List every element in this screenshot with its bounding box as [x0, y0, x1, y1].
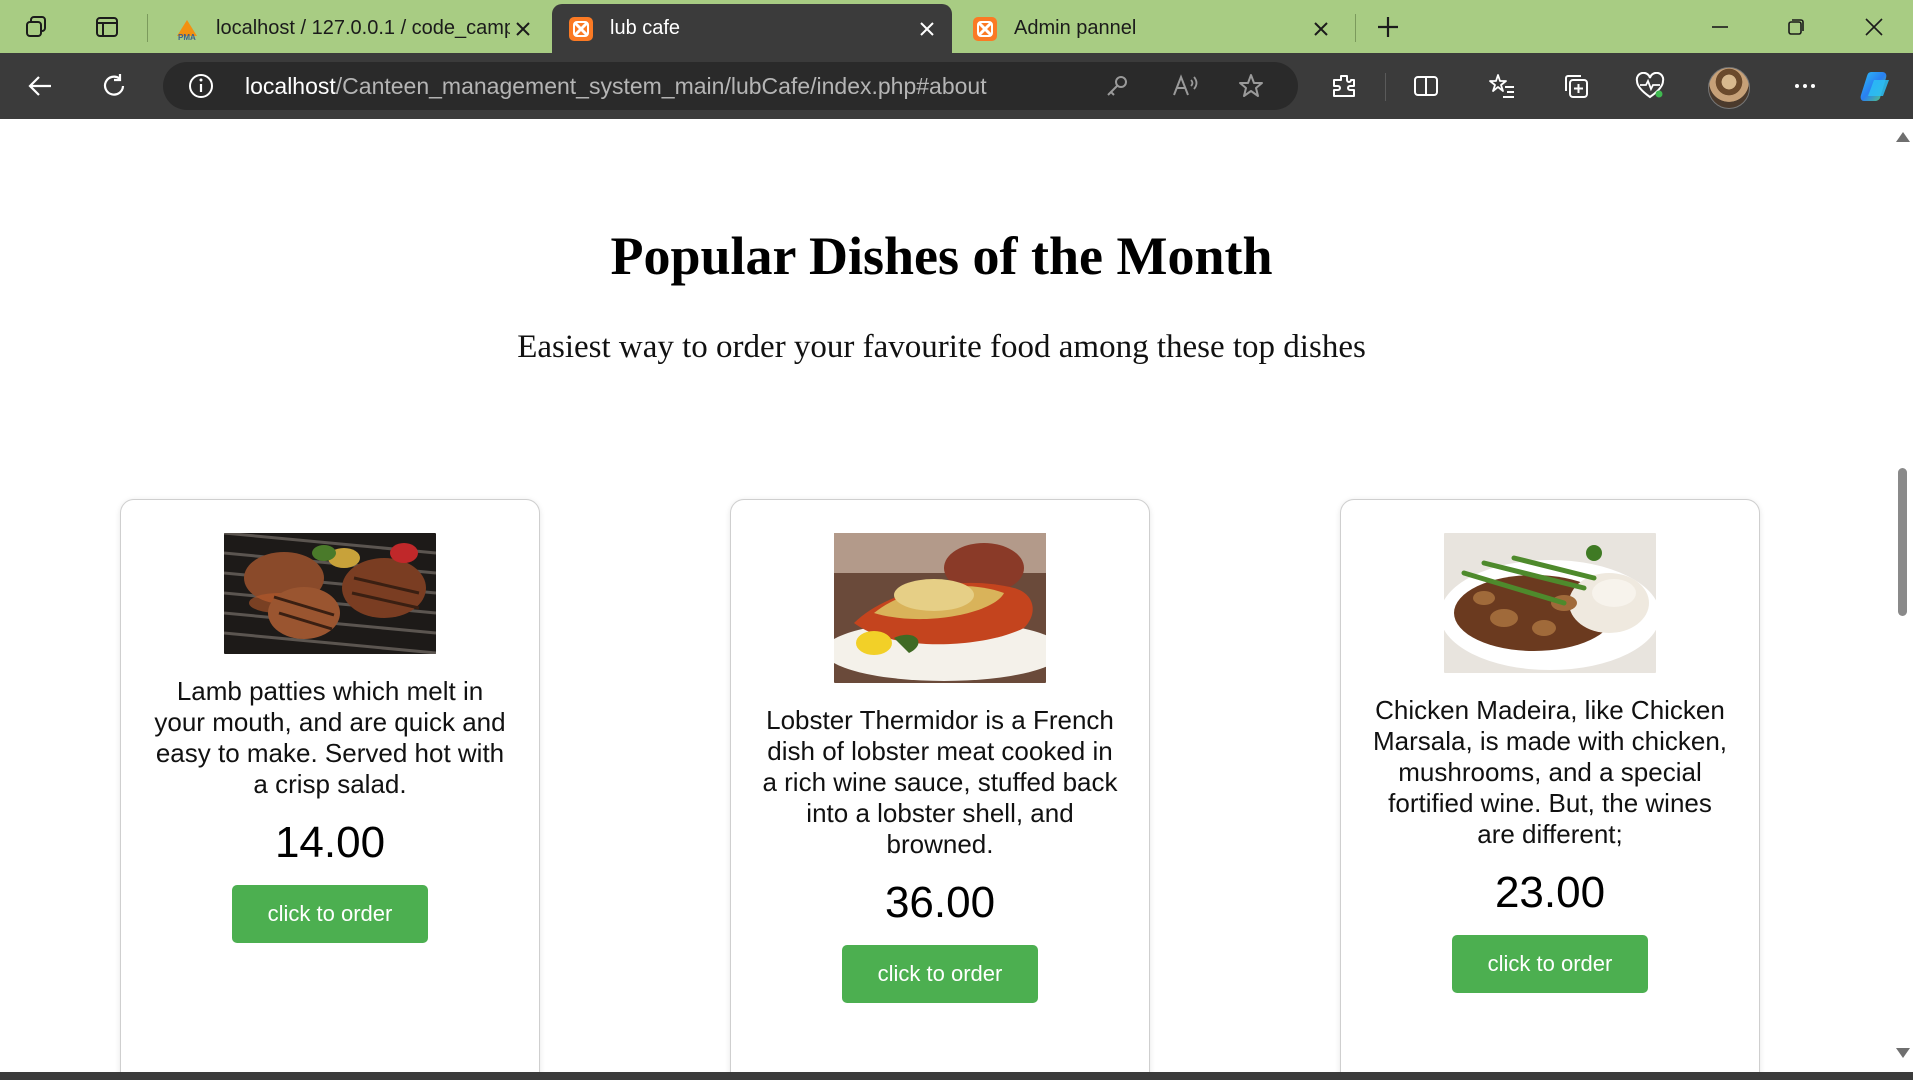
split-screen-icon[interactable]: [1404, 64, 1448, 108]
tab-admin-pannel[interactable]: Admin pannel: [956, 4, 1346, 53]
toolbar-divider: [1385, 73, 1386, 101]
dish-image-lobster-thermidor: [834, 533, 1046, 683]
dish-price: 23.00: [1494, 868, 1606, 917]
page-subtitle: Easiest way to order your favourite food…: [517, 329, 1366, 365]
url-text[interactable]: localhost/Canteen_management_system_main…: [245, 62, 987, 110]
minimize-icon[interactable]: [1690, 6, 1750, 48]
order-button[interactable]: click to order: [842, 945, 1038, 1003]
tab-label: localhost / 127.0.0.1 / code_camp: [216, 17, 510, 39]
dish-card: Lobster Thermidor is a French dish of lo…: [730, 499, 1150, 1072]
copilot-icon[interactable]: [1853, 64, 1897, 108]
tab-label: Admin pannel: [1014, 17, 1137, 39]
url-host: localhost: [245, 73, 336, 99]
workspaces-icon[interactable]: [17, 8, 55, 46]
tab-phpmyadmin[interactable]: PMA localhost / 127.0.0.1 / code_camp: [158, 4, 548, 53]
page-title: Popular Dishes of the Month: [610, 226, 1273, 286]
extensions-icon[interactable]: [1322, 64, 1366, 108]
order-button[interactable]: click to order: [1452, 935, 1648, 993]
tab-lub-cafe[interactable]: lub cafe: [552, 4, 952, 53]
scrollbar-thumb[interactable]: [1898, 468, 1907, 616]
back-icon[interactable]: [18, 64, 62, 108]
close-tab-icon[interactable]: [510, 16, 536, 42]
close-tab-icon[interactable]: [914, 16, 940, 42]
new-tab-icon[interactable]: [1369, 8, 1407, 46]
window-bottom-edge: [0, 1072, 1913, 1080]
tab-strip: PMA localhost / 127.0.0.1 / code_camp lu…: [0, 0, 1913, 53]
site-info-icon[interactable]: [187, 72, 215, 105]
dish-description: Chicken Madeira, like Chicken Marsala, i…: [1372, 695, 1728, 849]
refresh-icon[interactable]: [92, 64, 136, 108]
tab-label: lub cafe: [610, 17, 681, 39]
url-path: /Canteen_management_system_main/lubCafe/…: [335, 73, 987, 99]
favorites-icon[interactable]: [1480, 64, 1524, 108]
svg-text:PMA: PMA: [178, 33, 196, 42]
close-tab-icon[interactable]: [1308, 16, 1334, 42]
dish-price: 14.00: [274, 818, 386, 867]
restore-icon[interactable]: [1766, 6, 1826, 48]
dish-description: Lamb patties which melt in your mouth, a…: [154, 676, 506, 799]
tab-separator: [1355, 14, 1356, 42]
dish-image-lamb-patties: [224, 533, 436, 654]
dish-description: Lobster Thermidor is a French dish of lo…: [762, 705, 1118, 859]
xampp-icon: [569, 16, 593, 41]
close-window-icon[interactable]: [1844, 6, 1904, 48]
scroll-up-icon[interactable]: [1896, 132, 1910, 142]
page-viewport: Popular Dishes of the Month Easiest way …: [0, 119, 1891, 1072]
more-options-icon[interactable]: [1783, 64, 1827, 108]
browser-toolbar: localhost/Canteen_management_system_main…: [0, 53, 1913, 119]
dish-card: Lamb patties which melt in your mouth, a…: [120, 499, 540, 1072]
xampp-icon: [973, 16, 997, 41]
password-key-icon[interactable]: [1103, 72, 1131, 105]
browser-essentials-icon[interactable]: [1628, 64, 1672, 108]
order-button[interactable]: click to order: [232, 885, 428, 943]
phpmyadmin-icon: PMA: [177, 19, 197, 42]
dish-card: Chicken Madeira, like Chicken Marsala, i…: [1340, 499, 1760, 1072]
address-bar[interactable]: localhost/Canteen_management_system_main…: [163, 62, 1298, 110]
dish-price: 36.00: [884, 878, 996, 927]
scroll-down-icon[interactable]: [1896, 1048, 1910, 1058]
vertical-scrollbar[interactable]: [1891, 119, 1913, 1072]
tab-separator: [147, 14, 148, 42]
read-aloud-icon[interactable]: [1171, 72, 1199, 105]
profile-avatar[interactable]: [1708, 67, 1750, 109]
tab-actions-icon[interactable]: [88, 8, 126, 46]
favorite-star-icon[interactable]: [1237, 72, 1265, 105]
dish-image-chicken-madeira: [1444, 533, 1656, 673]
collections-icon[interactable]: [1554, 64, 1598, 108]
